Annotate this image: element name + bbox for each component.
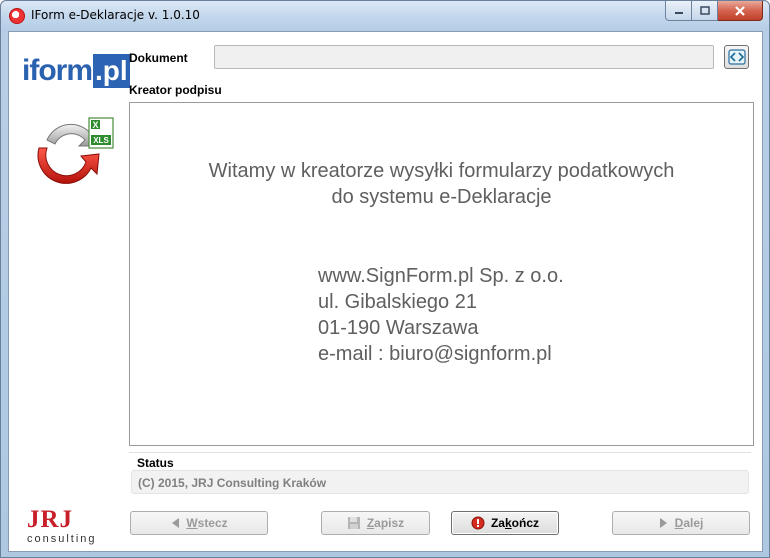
arrow-left-icon [172,518,180,528]
minimize-button[interactable] [665,1,692,21]
client-area: iform .pl X XLS Dokument Kreator podpisu… [8,31,763,552]
save-button[interactable]: Zapisz [321,511,430,535]
company-email: e-mail : biuro@signform.pl [318,343,552,365]
close-button[interactable] [718,1,763,21]
window-title: IForm e-Deklaracje v. 1.0.10 [31,8,200,22]
status-text: (C) 2015, JRJ Consulting Kraków [138,476,327,490]
wizard-panel: Witamy w kreatorze wysyłki formularzy po… [129,102,754,446]
app-icon [9,8,25,24]
browse-document-button[interactable] [724,45,749,69]
wizard-label: Kreator podpisu [129,83,222,97]
company-info: www.SignForm.pl Sp. z o.o. ul. Gibalskie… [318,263,564,367]
next-button[interactable]: Dalej [612,511,750,535]
company-street: ul. Gibalskiego 21 [318,291,477,313]
title-bar[interactable]: IForm e-Deklaracje v. 1.0.10 [1,1,769,31]
status-box: (C) 2015, JRJ Consulting Kraków [131,470,749,494]
browse-icon [727,49,746,65]
stop-icon [471,516,485,530]
arrow-right-icon [659,518,667,528]
document-path-field[interactable] [214,45,714,69]
back-button[interactable]: Wstecz [130,511,268,535]
excel-xls-refresh-icon: X XLS [37,117,114,184]
app-window: IForm e-Deklaracje v. 1.0.10 iform .pl X… [0,0,770,558]
floppy-disk-icon [347,517,360,529]
company-city: 01-190 Warszawa [318,317,479,339]
company-website: www.SignForm.pl Sp. z o.o. [318,265,564,287]
welcome-line-1: Witamy w kreatorze wysyłki formularzy po… [208,160,675,182]
welcome-line-2: do systemu e-Deklaracje [331,186,552,208]
svg-text:X: X [92,120,98,130]
iform-logo: iform .pl [22,54,130,88]
jrj-consulting-logo: JRJ consulting [27,506,97,546]
window-controls [665,1,763,21]
finish-button[interactable]: Zakończ [451,511,559,535]
status-group: Status (C) 2015, JRJ Consulting Kraków [129,452,751,494]
minimize-icon [674,11,683,14]
maximize-icon [699,5,710,15]
close-icon [735,5,745,16]
welcome-message: Witamy w kreatorze wysyłki formularzy po… [130,158,753,210]
svg-text:XLS: XLS [93,136,109,145]
status-label: Status [137,456,174,470]
maximize-button[interactable] [692,1,718,21]
document-label: Dokument [129,51,188,65]
